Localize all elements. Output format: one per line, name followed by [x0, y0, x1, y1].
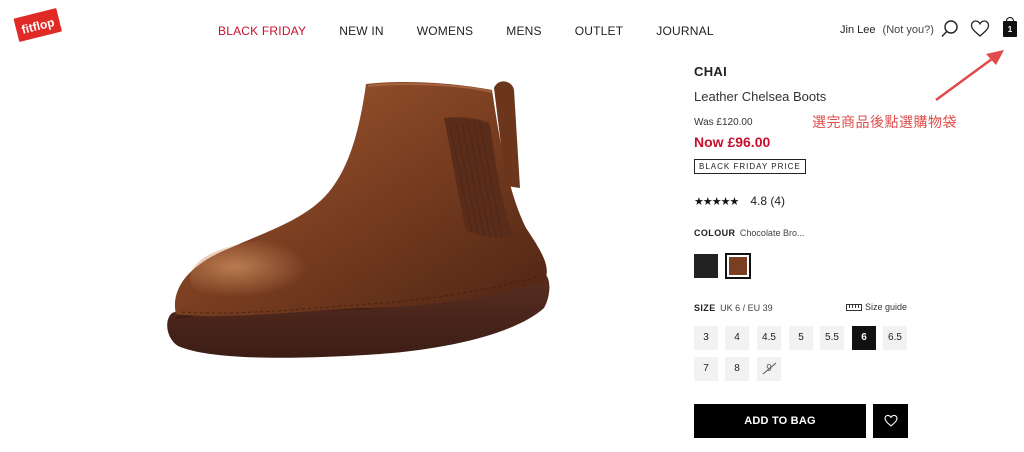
size-selector-label: SIZE UK 6 / EU 39: [694, 303, 773, 313]
black-friday-badge: BLACK FRIDAY PRICE: [694, 159, 806, 174]
size-option[interactable]: 4.5: [757, 326, 781, 350]
nav-journal[interactable]: JOURNAL: [656, 24, 713, 38]
user-name[interactable]: Jin Lee: [840, 24, 875, 36]
size-option[interactable]: 5: [789, 326, 813, 350]
nav-mens[interactable]: MENS: [506, 24, 541, 38]
annotation-text: 選完商品後點選購物袋: [812, 115, 957, 131]
product-image: [160, 68, 600, 452]
size-option[interactable]: 3: [694, 326, 718, 350]
was-price: Was £120.00: [694, 117, 753, 128]
ruler-icon: [846, 303, 862, 311]
swatch-chocolate-brown[interactable]: [725, 253, 751, 279]
main-nav: BLACK FRIDAY NEW IN WOMENS MENS OUTLET J…: [200, 24, 747, 38]
size-guide-link[interactable]: Size guide: [846, 302, 907, 312]
colour-selector-label: COLOUR Chocolate Bro...: [694, 228, 804, 238]
size-option[interactable]: 5.5: [820, 326, 844, 350]
product-name: CHAI: [694, 64, 727, 79]
heart-icon: [883, 414, 898, 427]
colour-label: COLOUR: [694, 228, 736, 238]
rating-value[interactable]: 4.8 (4): [750, 194, 785, 208]
size-value: UK 6 / EU 39: [720, 303, 773, 313]
nav-new-in[interactable]: NEW IN: [339, 24, 384, 38]
size-option[interactable]: 8: [725, 357, 749, 381]
size-option[interactable]: 4: [725, 326, 749, 350]
add-to-bag-button[interactable]: ADD TO BAG: [694, 404, 866, 438]
now-price: Now £96.00: [694, 134, 771, 150]
size-option[interactable]: 6.5: [883, 326, 907, 350]
size-label: SIZE: [694, 303, 716, 313]
nav-womens[interactable]: WOMENS: [417, 24, 474, 38]
size-option[interactable]: 7: [694, 357, 718, 381]
swatch-fill: [729, 257, 747, 275]
nav-outlet[interactable]: OUTLET: [575, 24, 624, 38]
brand-logo[interactable]: fitflop: [12, 6, 64, 46]
not-you-link[interactable]: (Not you?): [883, 24, 934, 36]
swatch-black[interactable]: [694, 254, 718, 278]
product-subtitle: Leather Chelsea Boots: [694, 89, 827, 104]
bag-icon[interactable]: 1: [1003, 17, 1017, 37]
add-to-wishlist-button[interactable]: [873, 404, 908, 438]
size-guide-label: Size guide: [865, 302, 908, 312]
star-rating-icon: ★★★★★: [694, 195, 739, 208]
search-icon[interactable]: [940, 19, 960, 39]
annotation-arrow: [930, 48, 1010, 108]
account-greeting: Jin Lee (Not you?): [840, 24, 934, 36]
rating[interactable]: ★★★★★ 4.8 (4): [694, 194, 785, 208]
size-option-unavailable[interactable]: 9: [757, 357, 781, 381]
colour-value: Chocolate Bro...: [739, 228, 805, 238]
heart-icon[interactable]: [970, 19, 990, 39]
size-option-selected[interactable]: 6: [852, 326, 876, 350]
nav-black-friday[interactable]: BLACK FRIDAY: [218, 24, 306, 38]
